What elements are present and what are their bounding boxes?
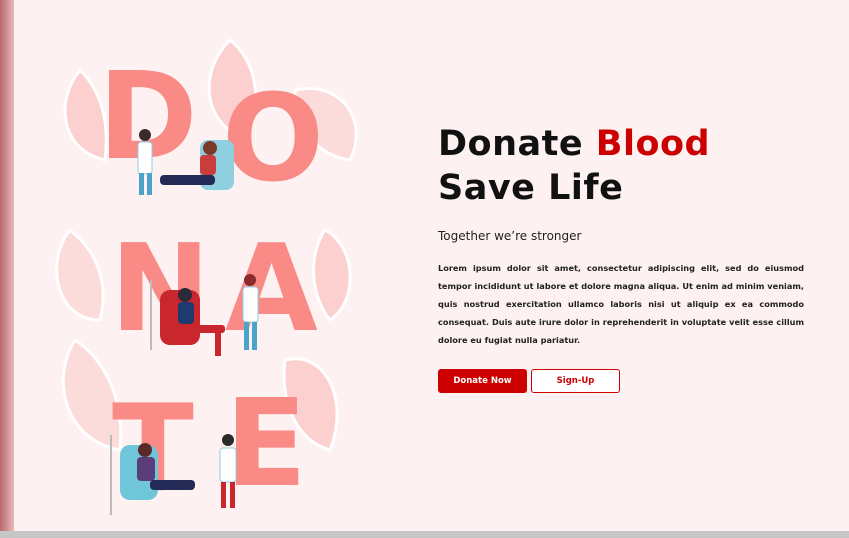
- hero-actions: Donate Now Sign-Up: [438, 369, 808, 393]
- left-edge-shadow: [0, 0, 14, 531]
- hero-tagline: Together we’re stronger: [438, 229, 582, 243]
- bottom-strip: [0, 531, 849, 538]
- donate-illustration: D O N A T E: [50, 30, 380, 530]
- donate-illustration-svg: D O N A T E: [55, 37, 358, 519]
- headline-accent: Blood: [595, 124, 711, 164]
- sign-up-button[interactable]: Sign-Up: [531, 369, 620, 393]
- page-frame: D O N A T E: [0, 0, 849, 531]
- donate-now-button[interactable]: Donate Now: [438, 369, 527, 393]
- letter-o: O: [222, 70, 324, 209]
- letter-a: A: [225, 220, 318, 359]
- hero-section: Donate Blood Save Life Together we’re st…: [438, 122, 808, 393]
- headline-line2: Save Life: [438, 168, 624, 208]
- letter-e: E: [225, 375, 307, 514]
- hero-body: Lorem ipsum dolor sit amet, consectetur …: [438, 263, 804, 345]
- headline-part1: Donate: [438, 124, 596, 164]
- hero-headline: Donate Blood Save Life: [438, 122, 808, 210]
